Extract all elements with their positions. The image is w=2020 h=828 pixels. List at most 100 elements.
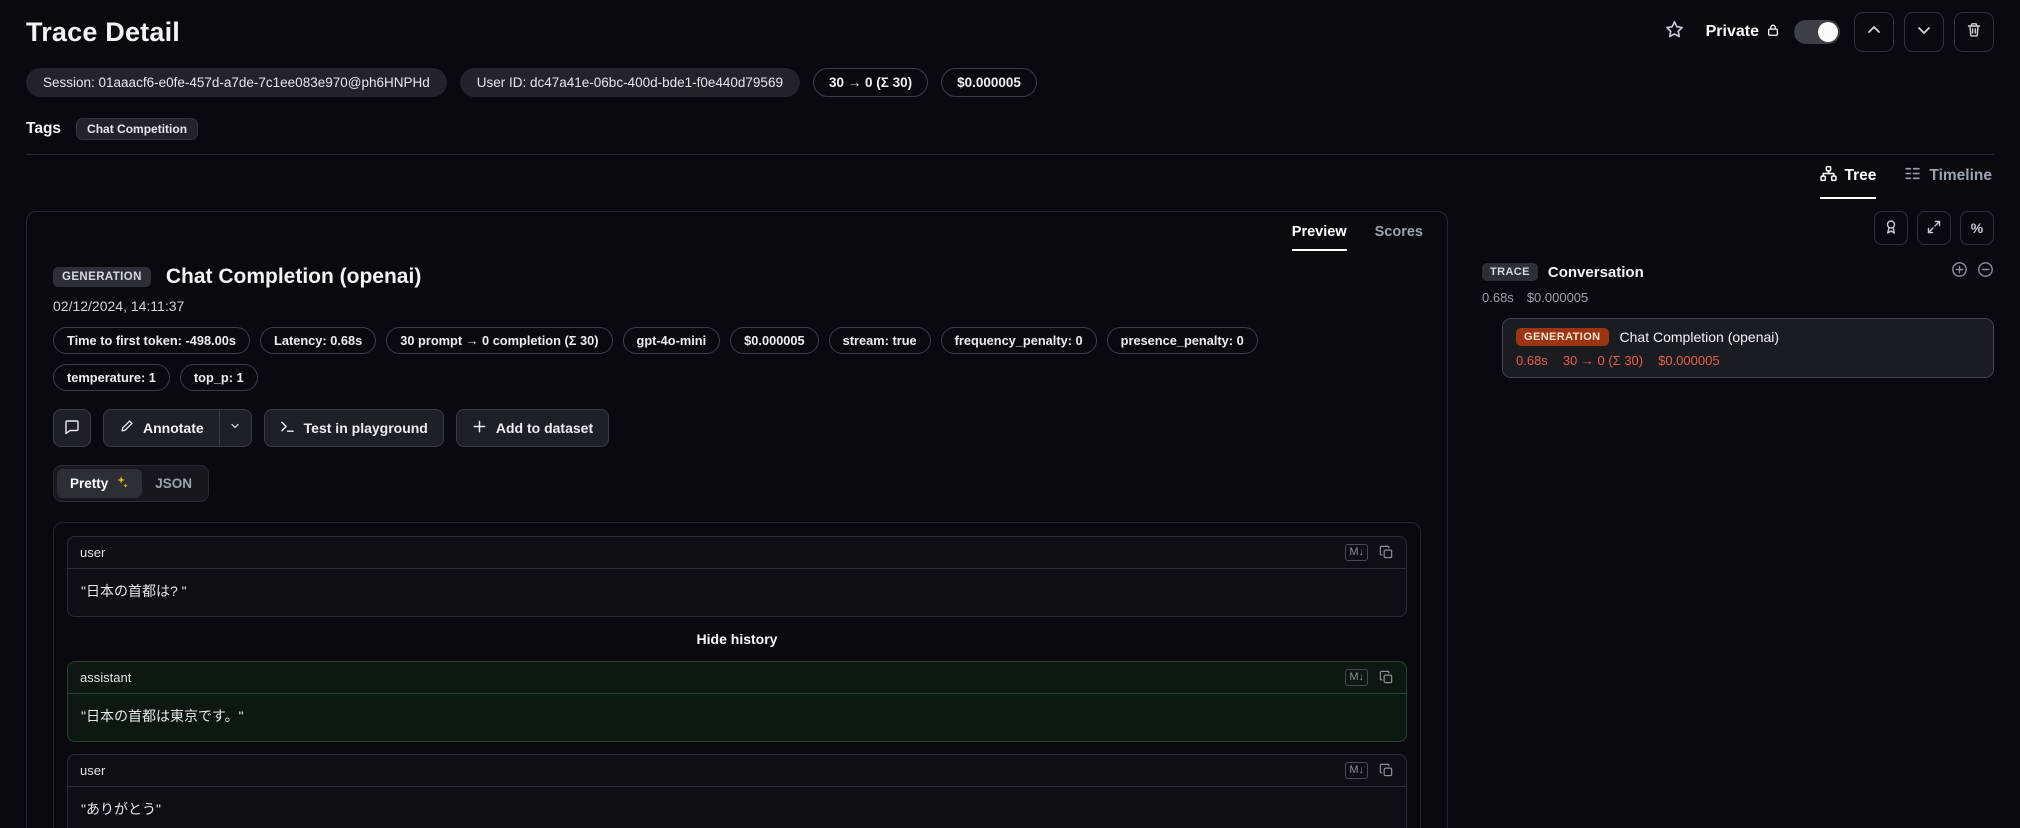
trace-title: Conversation	[1547, 263, 1644, 281]
observation-header: GENERATION Chat Completion (openai)	[53, 265, 1421, 289]
pill-presence-penalty: presence_penalty: 0	[1106, 327, 1258, 354]
trace-metrics: 0.68s $0.000005	[1482, 290, 1994, 305]
user-id-badge[interactable]: User ID: dc47a41e-06bc-400d-bde1-f0e440d…	[459, 68, 800, 97]
next-trace-button[interactable]	[1904, 12, 1944, 52]
pill-frequency-penalty: frequency_penalty: 0	[940, 327, 1097, 354]
comment-button[interactable]	[53, 409, 91, 447]
format-toggle: Pretty JSON	[53, 465, 210, 502]
pill-latency: Latency: 0.68s	[260, 327, 377, 354]
generation-type-badge: GENERATION	[53, 267, 151, 287]
trace-node-label: TRACE Conversation	[1482, 263, 1644, 281]
trace-nav-buttons	[1854, 12, 1994, 52]
add-to-dataset-label: Add to dataset	[495, 420, 594, 436]
generation-tokens: 30 → 0 (Σ 30)	[1562, 353, 1644, 368]
pretty-label: Pretty	[70, 476, 109, 491]
generation-cost: $0.000005	[1658, 353, 1720, 368]
generation-title: Chat Completion (openai)	[1619, 329, 1780, 345]
tab-preview[interactable]: Preview	[1291, 224, 1347, 251]
pill-token-counts: 30 prompt → 0 completion (Σ 30)	[386, 327, 613, 354]
favorite-star-button[interactable]	[1658, 12, 1692, 52]
expand-all-icon[interactable]	[1951, 261, 1968, 283]
tab-timeline[interactable]: Timeline	[1904, 165, 1992, 199]
pill-temperature: temperature: 1	[53, 364, 170, 391]
markdown-toggle-icon[interactable]: M↓	[1345, 544, 1368, 561]
chevron-down-icon	[1916, 22, 1932, 43]
terminal-icon	[280, 419, 295, 437]
generation-latency: 0.68s	[1516, 353, 1548, 368]
annotate-label: Annotate	[143, 420, 204, 436]
session-badge[interactable]: Session: 01aaacf6-e0fe-457d-a7de-7c1ee08…	[26, 68, 447, 97]
tag-chat-competition[interactable]: Chat Competition	[76, 118, 199, 140]
privacy-label: Private	[1705, 23, 1759, 40]
main-content: Preview Scores GENERATION Chat Completio…	[26, 211, 1994, 828]
delete-trace-button[interactable]	[1954, 12, 1994, 52]
message-header: assistant M↓	[68, 662, 1406, 694]
message-content: "日本の首都は東京です。"	[81, 708, 244, 724]
annotate-dropdown-button[interactable]	[218, 410, 251, 446]
observation-tab-bar: Preview Scores	[27, 212, 1447, 251]
page-title: Trace Detail	[26, 16, 180, 47]
tree-toolbar: %	[1482, 211, 1994, 245]
copy-icon[interactable]	[1379, 545, 1394, 560]
dropdown-chevron-icon	[229, 419, 241, 437]
message-header: user M↓	[68, 537, 1406, 569]
metrics-toggle-button[interactable]: %	[1960, 211, 1994, 245]
observation-timestamp: 02/12/2024, 14:11:37	[53, 298, 185, 314]
message-content: "日本の首都は? "	[81, 583, 187, 599]
previous-trace-button[interactable]	[1854, 12, 1894, 52]
expand-collapse-button[interactable]	[1917, 211, 1951, 245]
collapse-all-icon[interactable]	[1977, 261, 1994, 283]
pill-top-p: top_p: 1	[179, 364, 258, 391]
star-icon	[1665, 20, 1684, 44]
generation-node[interactable]: GENERATION Chat Completion (openai) 0.68…	[1502, 318, 1994, 378]
format-tab-pretty[interactable]: Pretty	[57, 469, 143, 498]
hide-history-toggle[interactable]: Hide history	[67, 629, 1407, 649]
annotate-button[interactable]: Annotate	[104, 410, 219, 446]
observation-panel: Preview Scores GENERATION Chat Completio…	[26, 211, 1448, 828]
tab-scores[interactable]: Scores	[1375, 224, 1423, 251]
trash-icon	[1966, 22, 1982, 43]
copy-icon[interactable]	[1379, 670, 1394, 685]
observation-body: GENERATION Chat Completion (openai) 02/1…	[27, 251, 1447, 828]
message-header: user M↓	[68, 755, 1406, 787]
message-assistant: assistant M↓ "日本の首都は東京です。"	[67, 661, 1407, 742]
action-row: Annotate Test in playground Add to datas…	[53, 409, 1421, 447]
privacy-toggle[interactable]	[1794, 20, 1840, 44]
observation-title: Chat Completion (openai)	[165, 265, 422, 288]
view-tab-bar: Tree Timeline	[26, 155, 1994, 199]
generation-badge: GENERATION	[1516, 328, 1609, 346]
message-user-1: user M↓ "日本の首都は? "	[67, 536, 1407, 617]
sparkles-icon	[115, 475, 129, 492]
trace-latency: 0.68s	[1482, 290, 1514, 305]
trace-detail-page: Trace Detail Private Session: 01aaacf6-e…	[0, 0, 2020, 828]
lock-icon	[1766, 23, 1780, 42]
trace-node[interactable]: TRACE Conversation	[1482, 261, 1994, 283]
test-in-playground-button[interactable]: Test in playground	[263, 409, 444, 447]
tab-tree-label: Tree	[1844, 167, 1877, 184]
scores-toggle-button[interactable]	[1874, 211, 1908, 245]
percent-icon: %	[1970, 220, 1984, 236]
markdown-toggle-icon[interactable]: M↓	[1345, 669, 1368, 686]
copy-icon[interactable]	[1379, 763, 1394, 778]
trace-cost: $0.000005	[1526, 290, 1589, 305]
tab-tree[interactable]: Tree	[1819, 165, 1877, 199]
pill-stream: stream: true	[828, 327, 931, 354]
top-bar: Trace Detail Private	[26, 0, 1994, 52]
cost-badge: $0.000005	[941, 68, 1037, 97]
message-header-icons: M↓	[1345, 762, 1394, 779]
pill-cost: $0.000005	[730, 327, 819, 354]
annotate-split-button: Annotate	[103, 409, 252, 447]
add-to-dataset-button[interactable]: Add to dataset	[455, 409, 610, 447]
plus-icon	[472, 419, 487, 437]
tab-timeline-label: Timeline	[1929, 167, 1992, 184]
expand-arrows-icon	[1926, 219, 1942, 238]
markdown-toggle-icon[interactable]: M↓	[1345, 762, 1368, 779]
award-icon	[1883, 219, 1899, 238]
toggle-knob	[1818, 22, 1838, 42]
tags-row: Tags Chat Competition	[26, 118, 1994, 140]
message-user-2: user M↓ "ありがとう"	[67, 754, 1407, 828]
meta-badge-row: Session: 01aaacf6-e0fe-457d-a7de-7c1ee08…	[26, 68, 1994, 97]
tree-icon	[1819, 165, 1837, 187]
message-header-icons: M↓	[1345, 544, 1394, 561]
format-tab-json[interactable]: JSON	[142, 469, 205, 498]
